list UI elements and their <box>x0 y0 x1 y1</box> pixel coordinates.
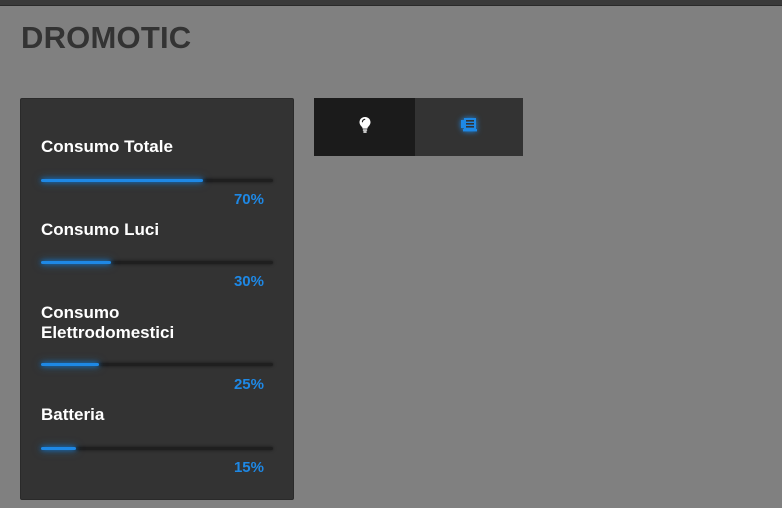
meter-consumo-totale: Consumo Totale <box>41 137 273 157</box>
progress-bar <box>41 261 273 264</box>
progress-bar <box>41 447 273 450</box>
meter-percentage: 30% <box>233 273 264 290</box>
meter-batteria: Batteria <box>41 405 273 425</box>
progress-fill <box>41 179 204 182</box>
progress-fill <box>41 447 76 450</box>
tab-appliances[interactable] <box>415 98 523 156</box>
progress-fill <box>41 261 111 264</box>
meter-consumo-luci: Consumo Luci <box>41 220 273 240</box>
meter-consumo-elettrodomestici: Consumo Elettrodomestici <box>41 303 273 343</box>
progress-fill <box>41 363 99 366</box>
meter-label: Consumo Luci <box>41 220 160 239</box>
consumption-panel: Consumo Totale 70% Consumo Luci 30% Cons… <box>20 98 294 500</box>
progress-bar <box>41 179 273 182</box>
meter-label: Consumo Totale <box>41 137 173 156</box>
lightbulb-icon <box>358 116 372 139</box>
view-tabs <box>314 98 523 156</box>
appliance-icon <box>459 116 479 139</box>
tab-lights[interactable] <box>314 98 415 156</box>
meter-label: Batteria <box>41 405 105 424</box>
top-bar <box>0 0 782 6</box>
meter-percentage: 25% <box>233 376 264 393</box>
meter-label: Consumo Elettrodomestici <box>41 303 175 342</box>
progress-bar <box>41 363 273 366</box>
app-title: DROMOTIC <box>21 20 192 55</box>
meter-percentage: 15% <box>233 459 264 476</box>
meter-percentage: 70% <box>233 191 264 208</box>
